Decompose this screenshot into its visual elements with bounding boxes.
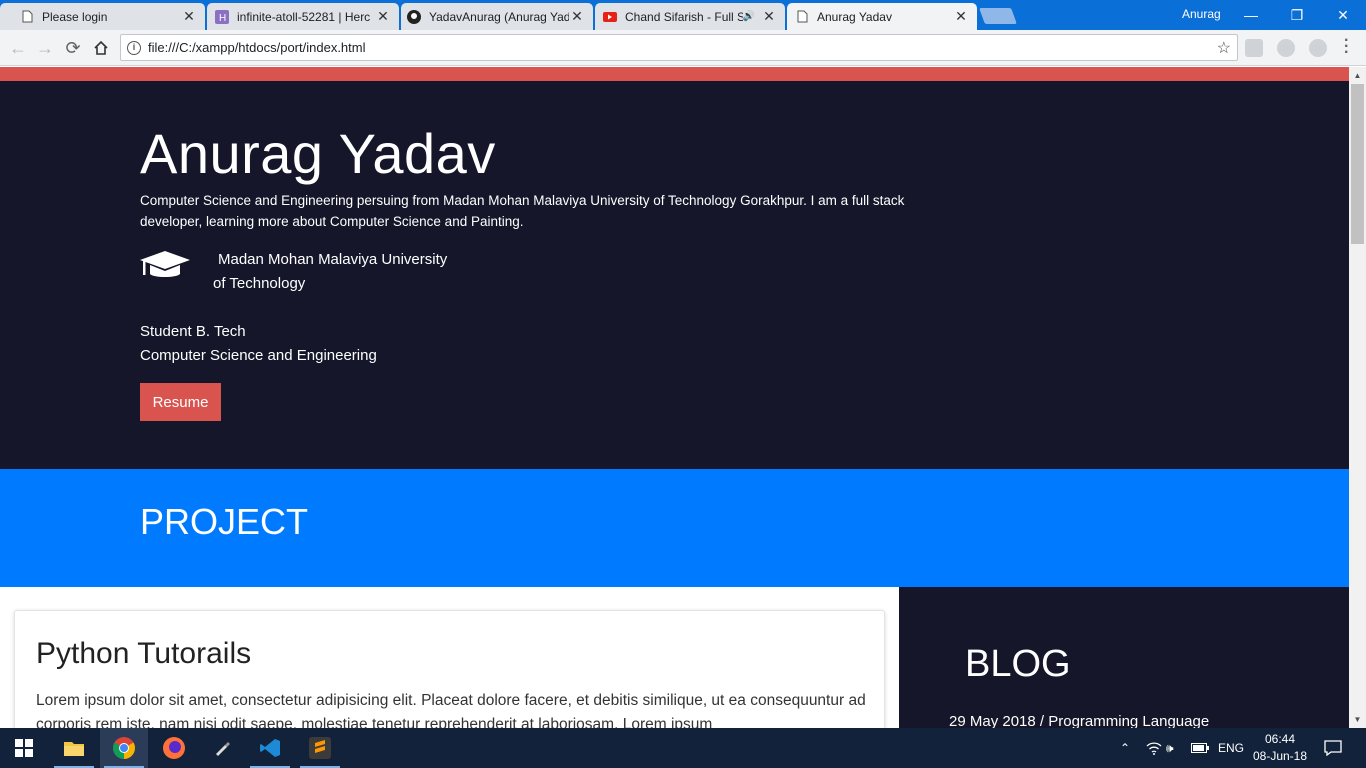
show-hidden-icons-chevron-icon[interactable]: ⌃	[1120, 728, 1130, 768]
tab-github[interactable]: YadavAnurag (Anurag Yad ✕	[401, 3, 593, 30]
graduation-cap-icon	[140, 251, 190, 277]
action-center-icon[interactable]	[1324, 728, 1342, 768]
volume-icon[interactable]: 🕪	[1166, 728, 1174, 768]
file-explorer-icon[interactable]	[50, 728, 98, 768]
resume-button[interactable]: Resume	[140, 383, 221, 421]
profile-name-heading: Anurag Yadav	[140, 122, 496, 185]
close-icon[interactable]: ✕	[375, 8, 391, 25]
project-section-header: PROJECT	[0, 469, 1349, 587]
profile-name[interactable]: Anurag	[1182, 7, 1221, 21]
forward-arrow-icon[interactable]: →	[33, 36, 57, 60]
windows-start-icon[interactable]	[0, 728, 48, 768]
project-card-title: Python Tutorails	[36, 637, 252, 670]
close-icon[interactable]: ✕	[953, 8, 969, 25]
scroll-down-arrow-icon[interactable]: ▼	[1349, 711, 1366, 728]
page-viewport: Anurag Yadav Computer Science and Engine…	[0, 67, 1349, 728]
github-icon	[407, 9, 421, 24]
browser-tab-strip: Please login ✕ H infinite-atoll-52281 | …	[0, 0, 1366, 30]
speaker-icon[interactable]: 🔊	[743, 11, 755, 22]
scrollbar-thumb[interactable]	[1351, 84, 1364, 244]
page-icon	[795, 10, 809, 24]
battery-icon[interactable]	[1191, 728, 1209, 768]
blog-sidebar: BLOG 29 May 2018 / Programming Language	[899, 587, 1349, 728]
project-card: Python Tutorails Lorem ipsum dolor sit a…	[14, 610, 885, 728]
close-icon[interactable]: ✕	[569, 8, 585, 25]
sublime-text-icon[interactable]	[296, 728, 344, 768]
tab-please-login[interactable]: Please login ✕	[0, 3, 205, 30]
address-text: file:///C:/xampp/htdocs/port/index.html	[148, 40, 366, 55]
tab-heroku[interactable]: H infinite-atoll-52281 | Herc ✕	[207, 3, 399, 30]
close-window-icon[interactable]: ✕	[1320, 0, 1366, 30]
extension-icon[interactable]	[1277, 39, 1295, 57]
wifi-icon[interactable]	[1146, 728, 1162, 768]
tab-youtube[interactable]: Chand Sifarish - Full S 🔊 ✕	[595, 3, 785, 30]
blog-heading: BLOG	[965, 643, 1071, 685]
back-arrow-icon[interactable]: ←	[6, 36, 30, 60]
new-tab-button[interactable]	[979, 8, 1017, 24]
project-card-text: Lorem ipsum dolor sit amet, consectetur …	[36, 692, 866, 728]
scroll-up-arrow-icon[interactable]: ▲	[1349, 67, 1366, 84]
info-icon[interactable]: i	[127, 40, 141, 55]
browser-toolbar: ← → ⟳ i file:///C:/xampp/htdocs/port/ind…	[0, 30, 1366, 66]
home-icon[interactable]	[89, 36, 113, 60]
youtube-icon	[603, 10, 617, 24]
page-icon	[20, 10, 34, 24]
svg-text:H: H	[219, 13, 226, 24]
sync-extension-icon[interactable]	[1309, 39, 1327, 57]
bookmark-star-icon[interactable]: ☆	[1217, 38, 1231, 58]
heroku-icon: H	[215, 9, 229, 24]
pdf-extension-icon[interactable]	[1245, 39, 1263, 57]
input-language[interactable]: ENG	[1218, 728, 1244, 768]
menu-kebab-icon[interactable]: · · ·	[1344, 33, 1349, 61]
page-scrollbar[interactable]: ▲ ▼	[1349, 67, 1366, 728]
firefox-icon[interactable]	[150, 728, 198, 768]
university-name: Madan Mohan Malaviya University of Techn…	[213, 251, 448, 292]
paint-brush-icon[interactable]	[198, 728, 246, 768]
taskbar-clock[interactable]: 06:44 08-Jun-18	[1250, 731, 1310, 765]
restore-icon[interactable]: ❐	[1274, 0, 1320, 30]
close-icon[interactable]: ✕	[761, 8, 777, 25]
hero-section: Anurag Yadav Computer Science and Engine…	[0, 81, 1349, 469]
vscode-icon[interactable]	[246, 728, 294, 768]
reload-icon[interactable]: ⟳	[61, 36, 85, 60]
address-bar[interactable]: i file:///C:/xampp/htdocs/port/index.htm…	[120, 34, 1238, 61]
tab-anurag-yadav[interactable]: Anurag Yadav ✕	[787, 3, 977, 30]
bio-text: Computer Science and Engineering persuin…	[140, 193, 905, 229]
degree-info: Student B. Tech Computer Science and Eng…	[140, 323, 377, 364]
chrome-icon[interactable]	[100, 728, 148, 768]
close-icon[interactable]: ✕	[181, 8, 197, 25]
blog-post-meta[interactable]: 29 May 2018 / Programming Language	[949, 713, 1209, 728]
windows-taskbar: ⌃ 🕪 ENG 06:44 08-Jun-18	[0, 728, 1366, 768]
top-accent-stripe	[0, 67, 1349, 81]
minimize-icon[interactable]: —	[1228, 0, 1274, 30]
project-heading: PROJECT	[140, 501, 309, 542]
